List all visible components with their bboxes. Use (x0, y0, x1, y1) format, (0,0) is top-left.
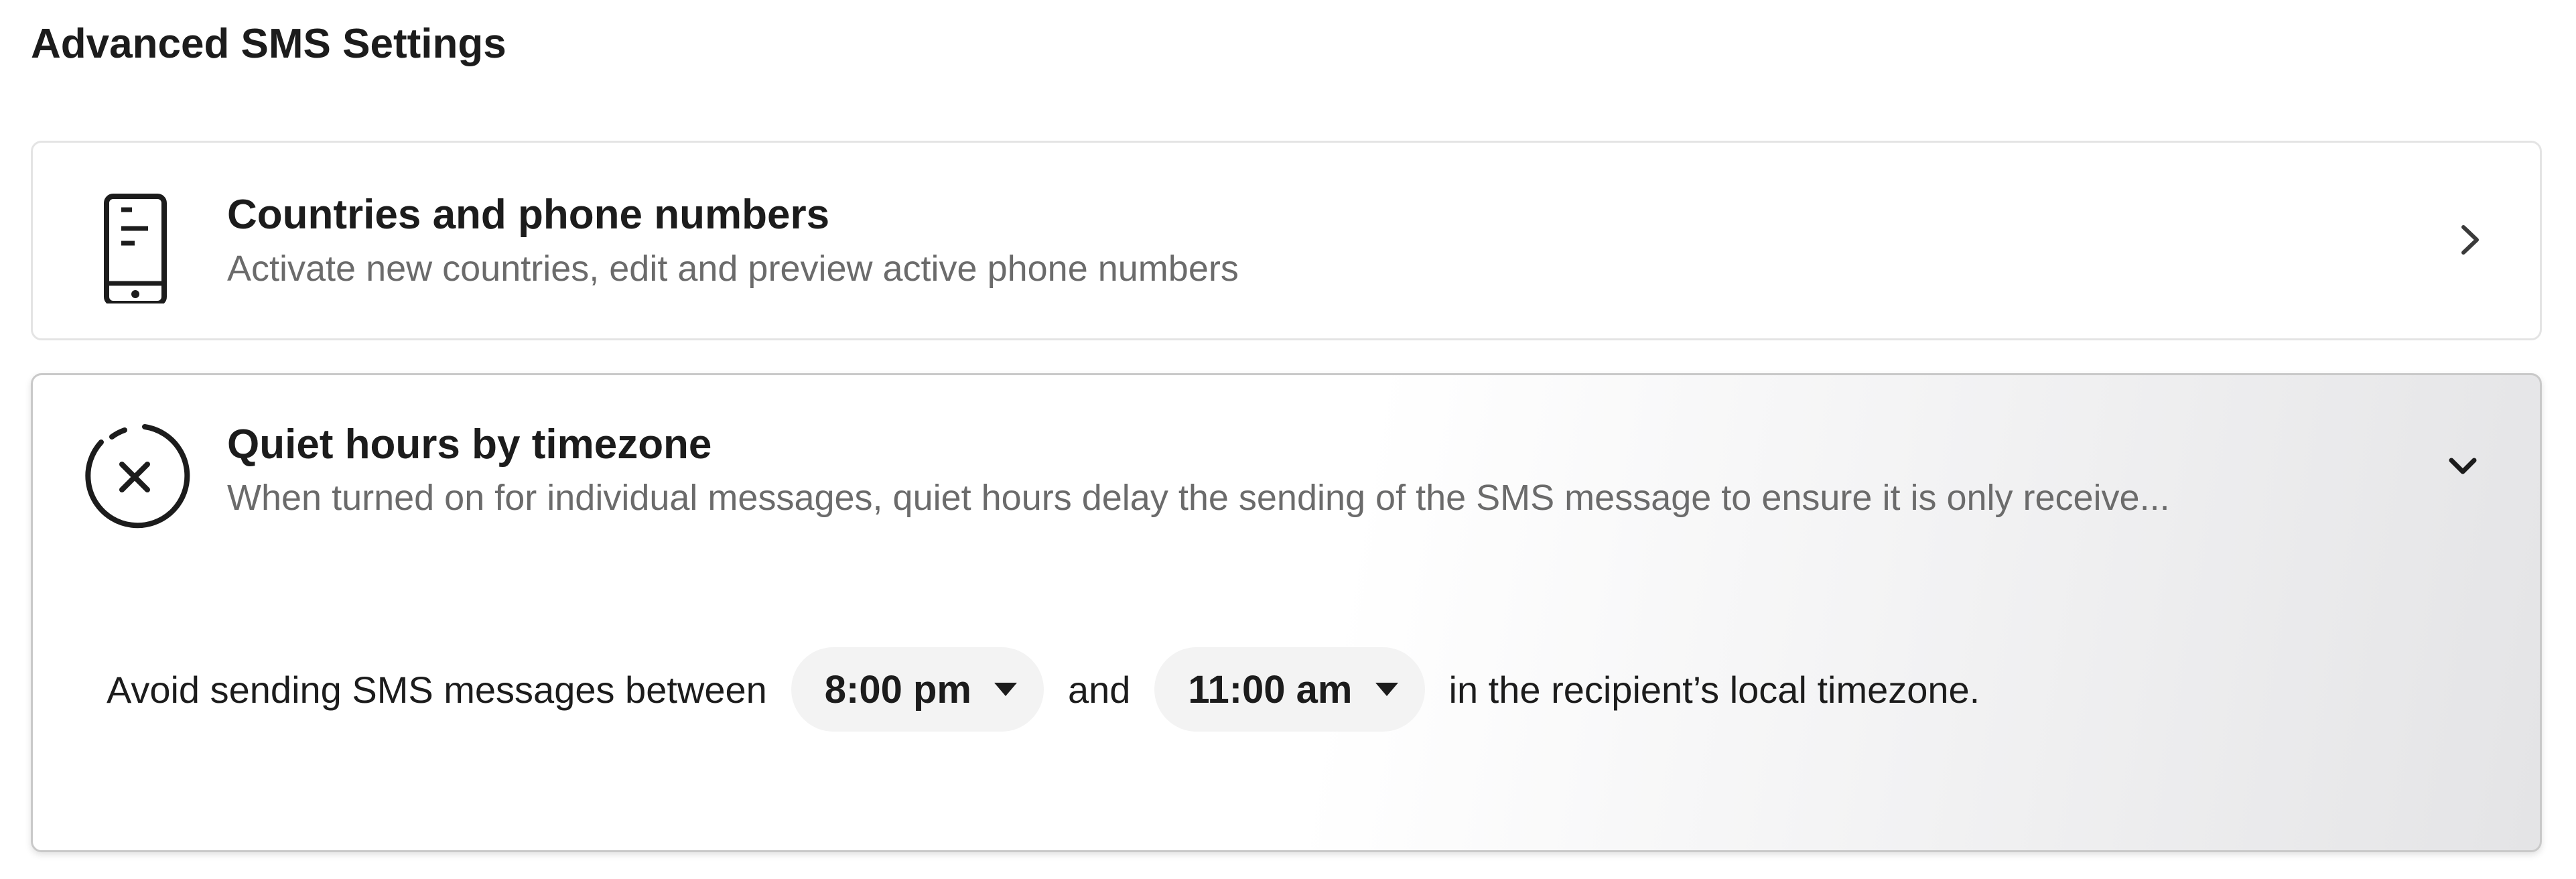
phone-icon (73, 183, 194, 306)
quiet-hours-card-header[interactable]: Quiet hours by timezone When turned on f… (33, 375, 2540, 576)
countries-card-header[interactable]: Countries and phone numbers Activate new… (33, 143, 2540, 342)
chevron-right-icon[interactable] (2446, 216, 2493, 263)
end-time-value: 11:00 am (1188, 667, 1353, 712)
quiet-hours-card: Quiet hours by timezone When turned on f… (31, 373, 2542, 852)
countries-card-title: Countries and phone numbers (227, 192, 830, 238)
quiet-hours-icon (74, 415, 195, 536)
quiet-hours-card-title: Quiet hours by timezone (227, 421, 712, 468)
start-time-select[interactable]: 8:00 pm (791, 647, 1044, 732)
chevron-down-icon[interactable] (2439, 442, 2486, 489)
caret-down-icon (994, 683, 1017, 696)
quiet-hours-rule: Avoid sending SMS messages between 8:00 … (107, 646, 1980, 733)
end-time-select[interactable]: 11:00 am (1154, 647, 1425, 732)
rule-prefix-text: Avoid sending SMS messages between (107, 668, 767, 711)
countries-and-phone-numbers-card[interactable]: Countries and phone numbers Activate new… (31, 141, 2542, 340)
quiet-hours-card-description: When turned on for individual messages, … (227, 478, 2170, 518)
advanced-sms-settings-page: Advanced SMS Settings Countries and phon… (0, 0, 2576, 879)
rule-connector-text: and (1067, 668, 1131, 711)
page-title: Advanced SMS Settings (31, 21, 506, 67)
rule-suffix-text: in the recipient’s local timezone. (1448, 668, 1980, 711)
countries-card-description: Activate new countries, edit and preview… (227, 249, 1239, 289)
start-time-value: 8:00 pm (824, 667, 971, 712)
caret-down-icon (1375, 683, 1398, 696)
